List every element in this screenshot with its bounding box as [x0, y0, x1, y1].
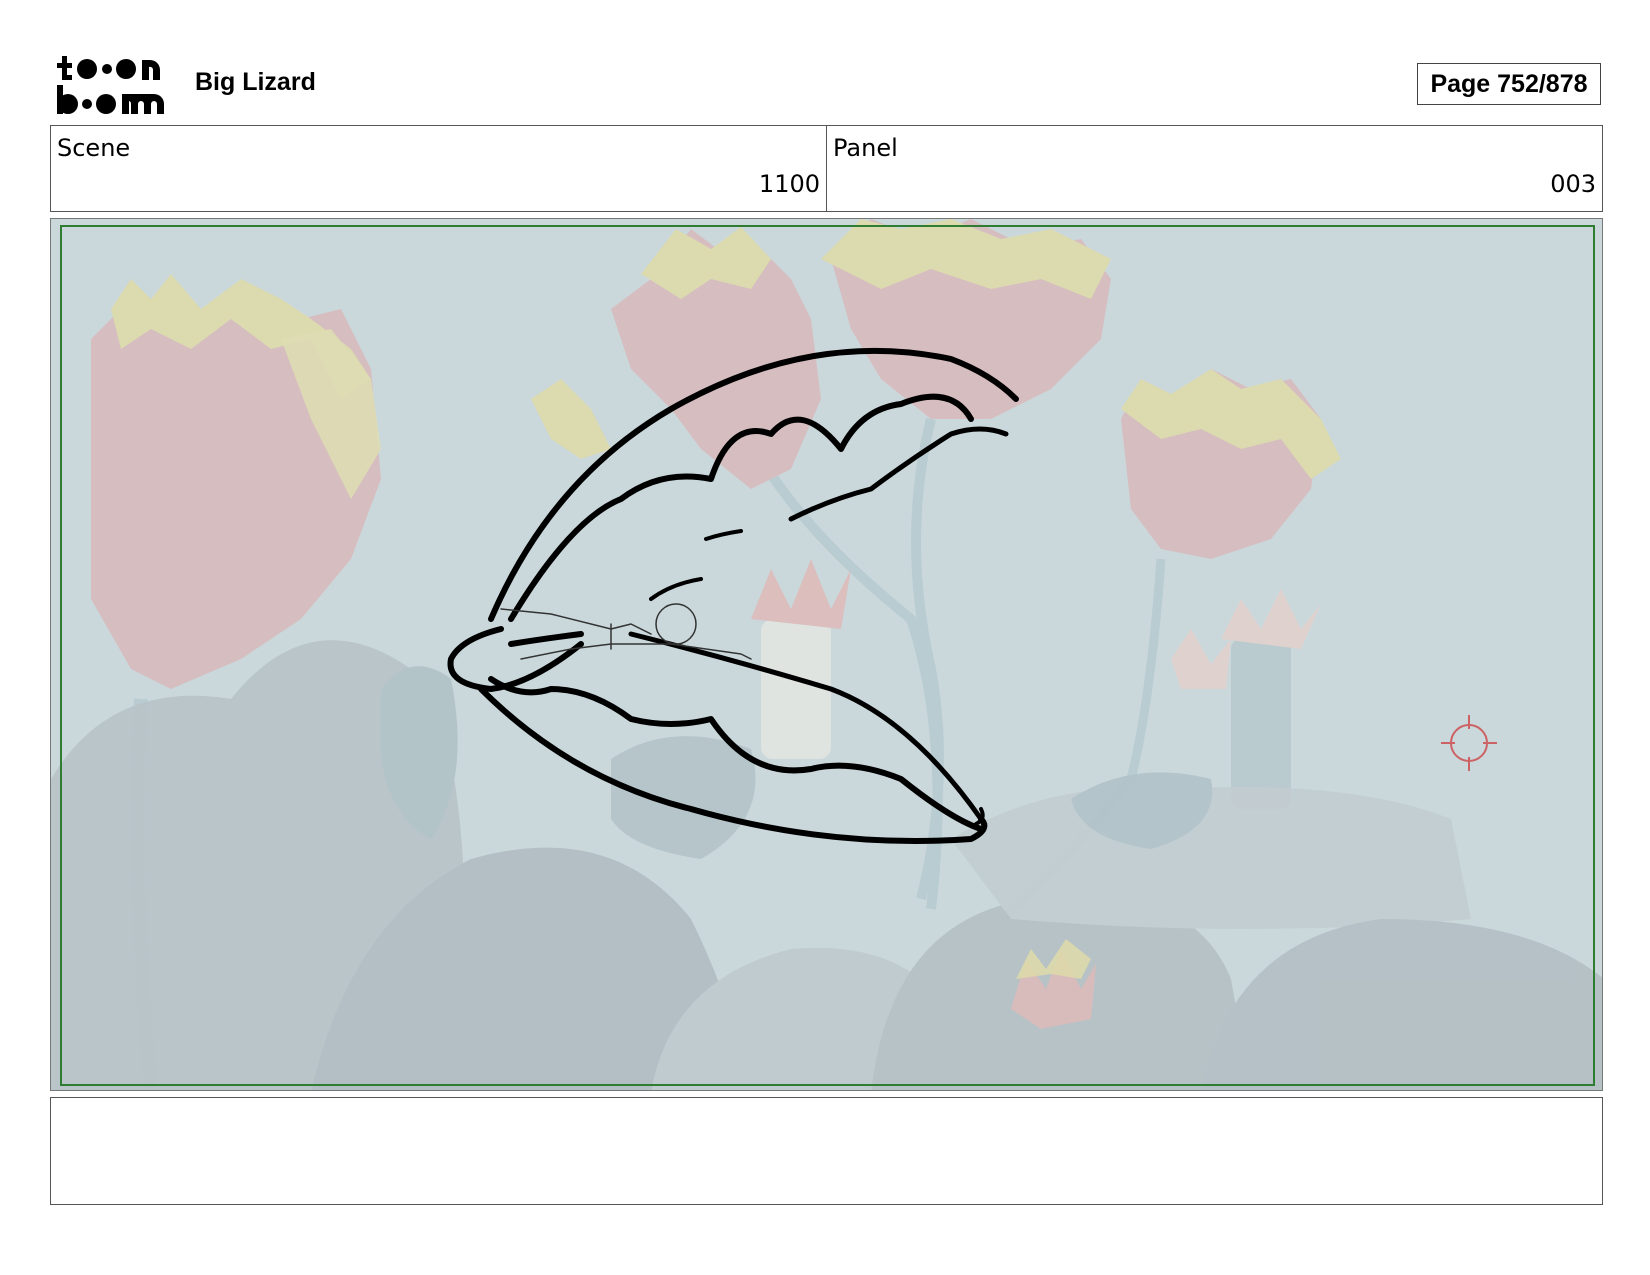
storyboard-panel-image: [51, 219, 1602, 1090]
panel-label: Panel: [833, 134, 898, 162]
panel-notes: [50, 1097, 1603, 1205]
project-title: Big Lizard: [195, 68, 316, 96]
scene-number: 1100: [758, 170, 820, 198]
scene-panel-info: Scene 1100 Panel 003: [50, 125, 1603, 212]
panel-cell: Panel 003: [826, 126, 1602, 211]
toon-boom-logo: [57, 56, 164, 114]
scene-cell: Scene 1100: [51, 126, 826, 211]
scene-label: Scene: [57, 134, 131, 162]
page-indicator: Page 752/878: [1417, 63, 1601, 105]
panel-number: 003: [1550, 170, 1596, 198]
storyboard-panel: [50, 218, 1603, 1091]
